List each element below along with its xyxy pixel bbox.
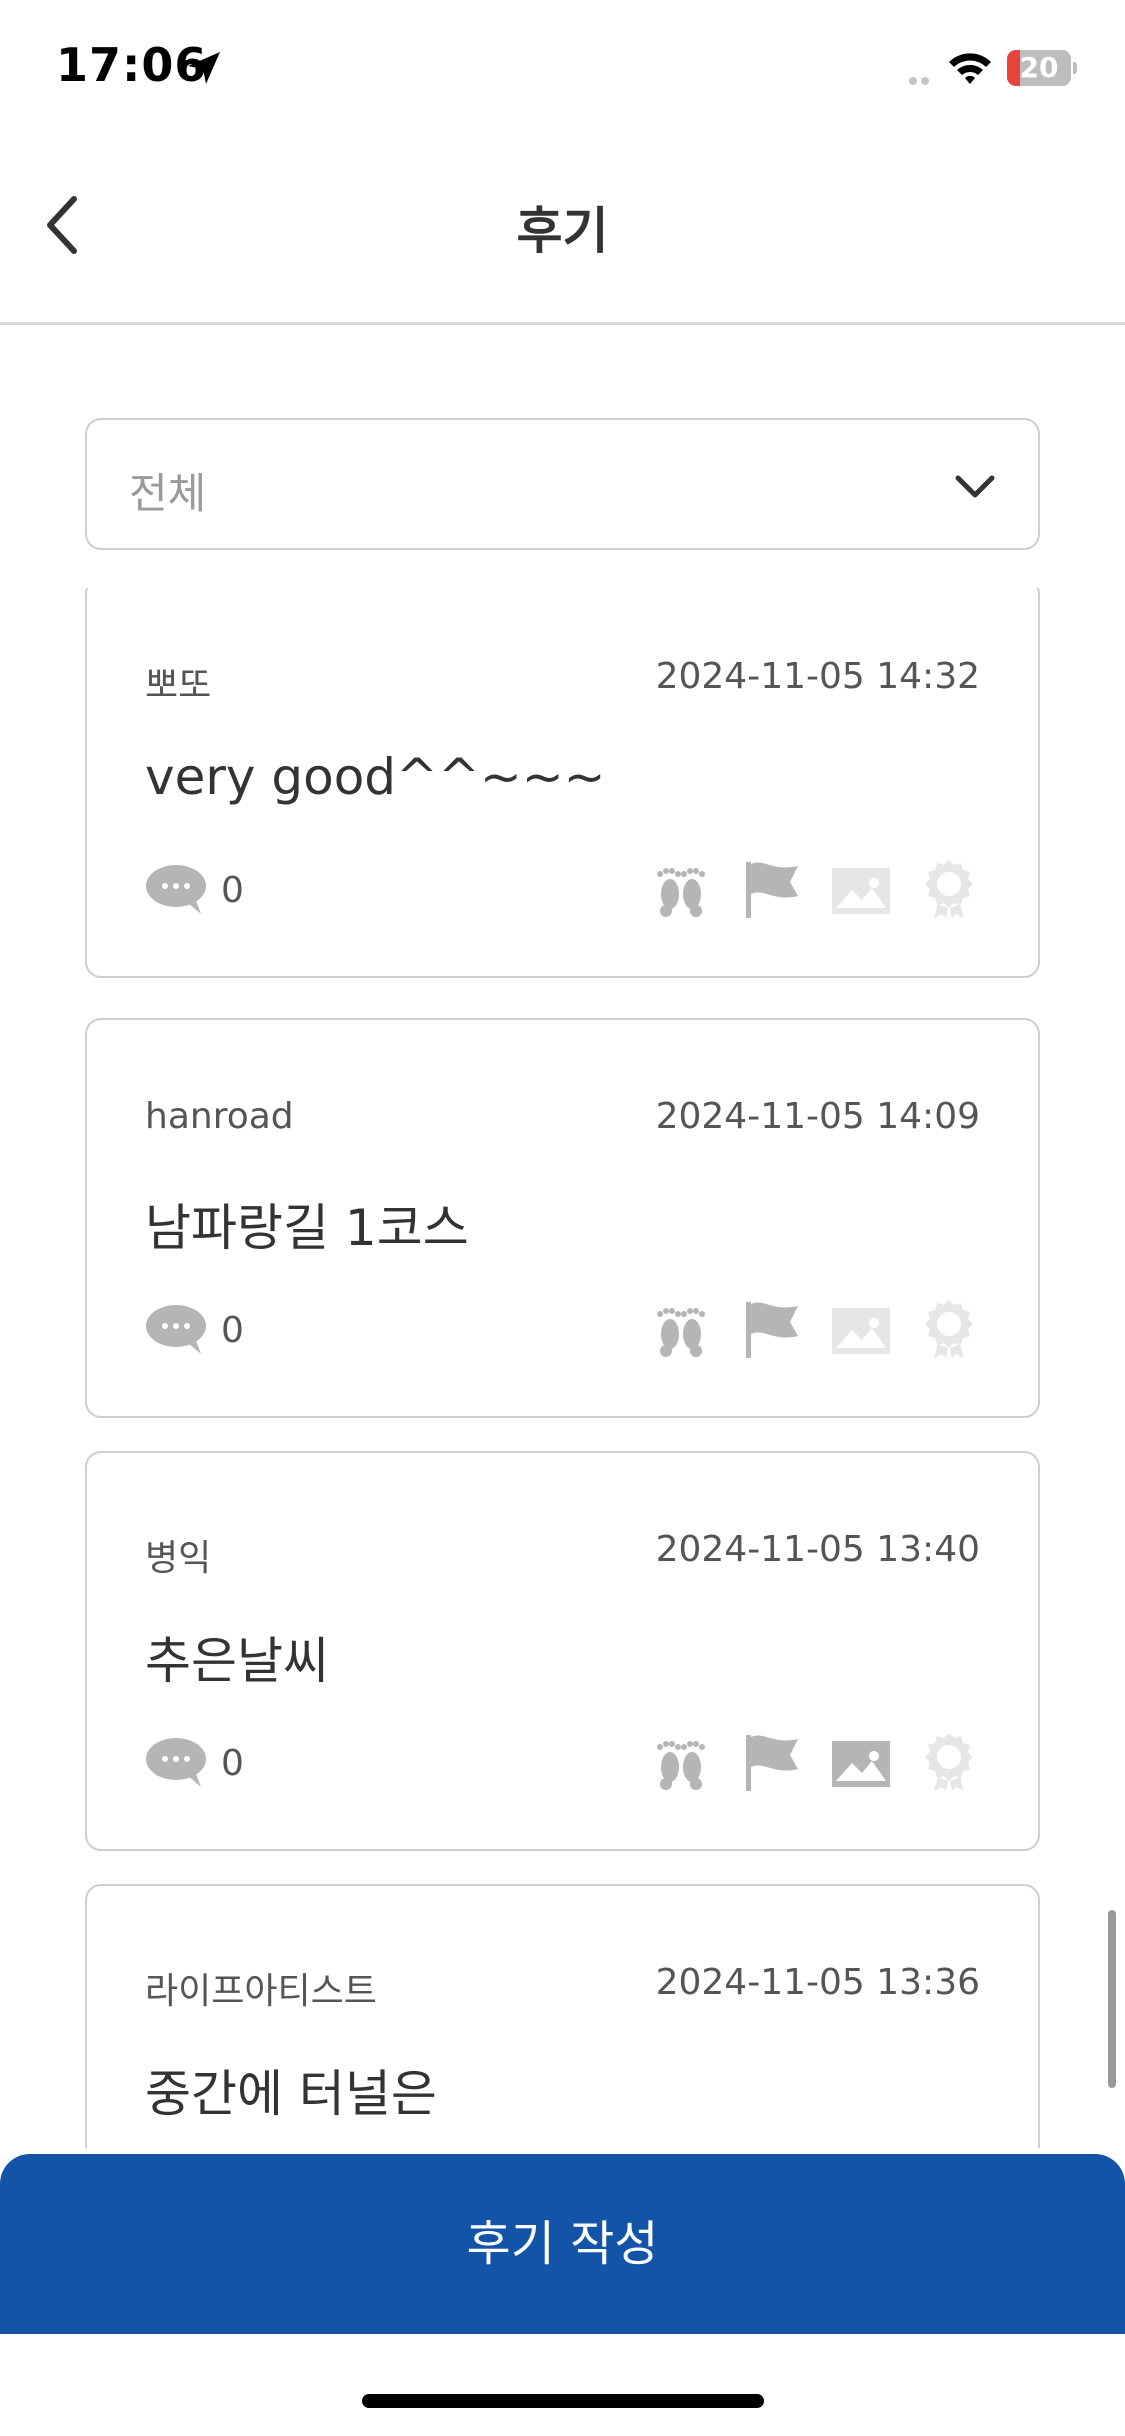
review-author: hanroad xyxy=(145,1096,294,1137)
award-medal-icon xyxy=(925,1300,973,1358)
review-card[interactable]: 라이프아티스트 2024-11-05 13:36 중간에 터널은 xyxy=(85,1884,1040,2148)
review-title: 추은날씨 xyxy=(145,1632,329,1690)
comment-bubble-icon xyxy=(146,865,206,914)
badge-row xyxy=(650,858,980,920)
review-card[interactable]: 뽀또 2024-11-05 14:32 very good^^~~~ 0 xyxy=(85,588,1040,978)
cellular-signal-icon xyxy=(909,77,929,85)
review-author: 병익 xyxy=(145,1538,212,1579)
nav-bar: 후기 xyxy=(0,135,1125,325)
review-date: 2024-11-05 13:36 xyxy=(655,1962,980,2003)
flag-icon xyxy=(746,862,798,918)
wifi-icon xyxy=(949,53,991,84)
status-bar: 17:06 20 xyxy=(0,0,1125,135)
review-date: 2024-11-05 13:40 xyxy=(655,1529,980,1570)
page-title: 후기 xyxy=(516,202,609,260)
comment-bubble-icon xyxy=(146,1738,206,1787)
photo-icon xyxy=(832,1741,890,1787)
badge-row xyxy=(650,1298,980,1360)
review-list[interactable]: 뽀또 2024-11-05 14:32 very good^^~~~ 0 han… xyxy=(0,588,1125,2148)
review-title: 중간에 터널은 xyxy=(145,2065,437,2123)
comment-count: 0 xyxy=(221,870,244,911)
review-date: 2024-11-05 14:32 xyxy=(655,656,980,697)
review-title: 남파랑길 1코스 xyxy=(145,1199,469,1257)
battery-percent: 20 xyxy=(1019,51,1059,84)
comment-bubble-icon xyxy=(146,1305,206,1354)
badge-row xyxy=(650,1731,980,1793)
review-card[interactable]: hanroad 2024-11-05 14:09 남파랑길 1코스 0 xyxy=(85,1018,1040,1418)
chevron-down-icon xyxy=(955,475,995,498)
footprint-icon xyxy=(657,868,705,917)
location-arrow-icon xyxy=(188,52,220,84)
review-date: 2024-11-05 14:09 xyxy=(655,1096,980,1137)
write-review-button[interactable]: 후기 작성 xyxy=(0,2154,1125,2334)
home-indicator[interactable] xyxy=(362,2394,764,2408)
review-card[interactable]: 병익 2024-11-05 13:40 추은날씨 0 xyxy=(85,1451,1040,1851)
comment-count: 0 xyxy=(221,1743,244,1784)
scroll-indicator[interactable] xyxy=(1108,1910,1116,2088)
battery-indicator: 20 xyxy=(1007,50,1077,86)
review-title: very good^^~~~ xyxy=(145,748,606,806)
award-medal-icon xyxy=(925,1733,973,1791)
flag-icon xyxy=(746,1735,798,1791)
filter-selected-value: 전체 xyxy=(129,469,207,518)
home-indicator-area xyxy=(0,2334,1125,2436)
flag-icon xyxy=(746,1302,798,1358)
comment-count: 0 xyxy=(221,1310,244,1351)
category-filter-select[interactable]: 전체 xyxy=(85,418,1040,550)
photo-icon xyxy=(832,1308,890,1354)
footprint-icon xyxy=(657,1741,705,1790)
photo-icon xyxy=(832,868,890,914)
footprint-icon xyxy=(657,1308,705,1357)
award-medal-icon xyxy=(925,860,973,918)
review-author: 뽀또 xyxy=(145,665,212,706)
review-author: 라이프아티스트 xyxy=(145,1971,377,2012)
